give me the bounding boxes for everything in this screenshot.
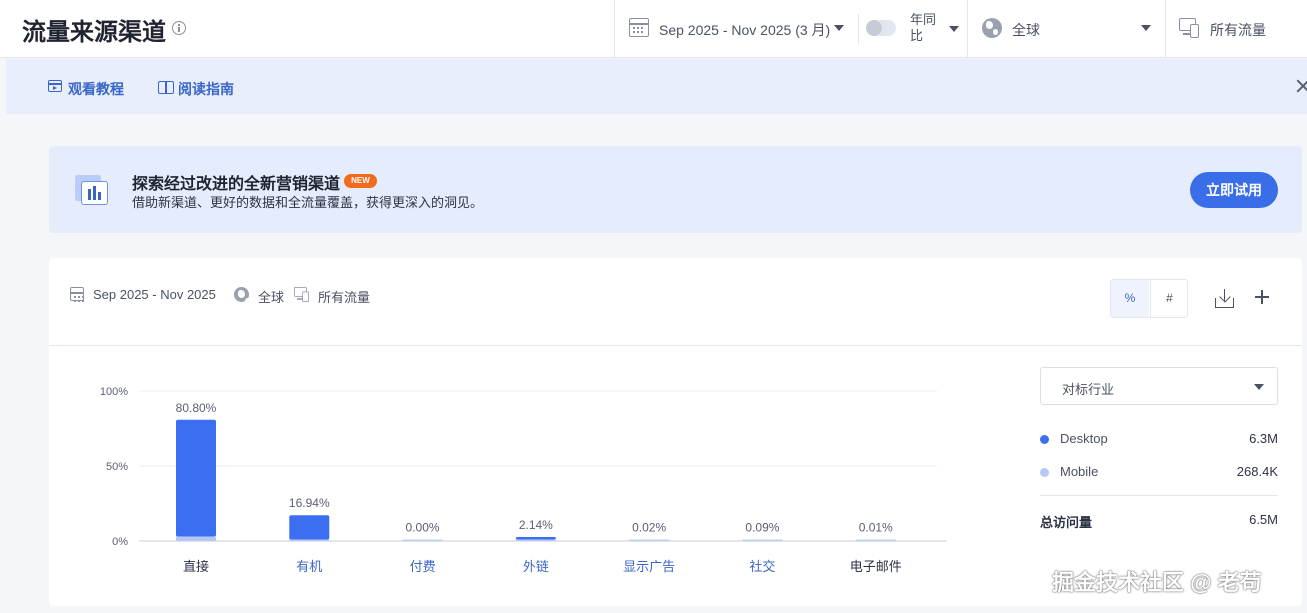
y-tick-label: 50% bbox=[106, 461, 128, 473]
data-label: 0.09% bbox=[745, 521, 779, 535]
traffic-type-label: 所有流量 bbox=[1210, 22, 1266, 38]
globe-icon bbox=[234, 287, 249, 302]
legend-name: Mobile bbox=[1060, 464, 1099, 479]
add-icon[interactable] bbox=[1255, 290, 1269, 304]
y-tick-label: 100% bbox=[100, 386, 128, 398]
x-category-label[interactable]: 付费 bbox=[410, 559, 436, 574]
legend-item-mobile: Mobile 268.4K bbox=[1040, 463, 1278, 481]
x-category-label[interactable]: 社交 bbox=[749, 559, 775, 574]
bar-mobile bbox=[742, 539, 783, 541]
watch-tutorial-link[interactable]: 观看教程 bbox=[68, 79, 124, 99]
data-label: 0.02% bbox=[632, 521, 666, 535]
devices-icon bbox=[294, 287, 311, 302]
download-icon[interactable] bbox=[1215, 289, 1234, 308]
bar-mobile bbox=[629, 539, 670, 541]
data-label: 80.80% bbox=[176, 401, 217, 415]
x-category-label[interactable]: 外链 bbox=[523, 559, 549, 574]
legend-dot bbox=[1040, 468, 1049, 477]
video-icon bbox=[48, 80, 62, 92]
data-label: 0.01% bbox=[859, 521, 893, 535]
info-icon[interactable] bbox=[172, 21, 186, 35]
percent-toggle-button[interactable]: % bbox=[1111, 280, 1149, 317]
number-toggle-button[interactable]: # bbox=[1150, 280, 1188, 317]
devices-icon bbox=[1179, 18, 1201, 38]
book-icon bbox=[158, 81, 174, 94]
promo-subtitle: 借助新渠道、更好的数据和全流量覆盖，获得更深入的洞见。 bbox=[132, 195, 484, 210]
bar-mobile bbox=[402, 539, 443, 541]
channel-chart-icon bbox=[75, 173, 109, 205]
data-label: 2.14% bbox=[519, 518, 553, 532]
chevron-down-icon[interactable] bbox=[949, 26, 959, 32]
read-guide-link[interactable]: 阅读指南 bbox=[178, 79, 234, 99]
legend-item-desktop: Desktop 6.3M bbox=[1040, 430, 1278, 448]
header-divider bbox=[614, 0, 615, 58]
data-label: 16.94% bbox=[289, 496, 330, 510]
bar-desktop bbox=[515, 536, 556, 540]
bar-mobile bbox=[176, 536, 216, 541]
yoy-label: 年同比 bbox=[910, 12, 937, 43]
legend-value: 268.4K bbox=[1236, 464, 1278, 479]
promo-title: 探索经过改进的全新营销渠道 bbox=[132, 176, 341, 193]
total-visits-value: 6.5M bbox=[1249, 512, 1278, 527]
promo-banner: 探索经过改进的全新营销渠道 NEW 借助新渠道、更好的数据和全流量覆盖，获得更深… bbox=[49, 146, 1302, 233]
chevron-down-icon bbox=[1254, 384, 1264, 390]
bar-mobile bbox=[855, 539, 896, 541]
globe-icon bbox=[982, 18, 1002, 38]
date-range-label: Sep 2025 - Nov 2025 (3 月) bbox=[659, 22, 831, 38]
tutorial-bar: 观看教程 阅读指南 bbox=[6, 59, 1307, 114]
x-category-label[interactable]: 显示广告 bbox=[623, 559, 675, 574]
region-label: 全球 bbox=[1012, 22, 1040, 38]
legend-name: Desktop bbox=[1060, 431, 1108, 446]
benchmark-label: 对标行业 bbox=[1062, 382, 1115, 397]
traffic-channel-chart: 100% 50% 0% 80.80% 直接 16.94% 有机 0.00% 付费 2.14% 外链 0… bbox=[100, 386, 947, 574]
x-category-label: 电子邮件 bbox=[850, 559, 902, 574]
bar-mobile bbox=[289, 539, 330, 541]
page-title: 流量来源渠道 bbox=[22, 19, 166, 46]
bar-desktop bbox=[176, 419, 216, 537]
calendar-icon bbox=[70, 287, 84, 301]
benchmark-select[interactable]: 对标行业 bbox=[1040, 367, 1278, 405]
x-category-label: 直接 bbox=[183, 559, 209, 574]
close-icon[interactable] bbox=[1296, 79, 1307, 93]
chevron-down-icon bbox=[834, 25, 844, 31]
x-category-label[interactable]: 有机 bbox=[296, 559, 322, 574]
card-date-range: Sep 2025 - Nov 2025 bbox=[93, 287, 216, 302]
card-traffic-type: 所有流量 bbox=[318, 290, 371, 305]
total-visits-label: 总访问量 bbox=[1040, 515, 1093, 530]
header-divider bbox=[858, 14, 859, 44]
traffic-channels-card: Sep 2025 - Nov 2025 全球 所有流量 % # 100% 50% 0… bbox=[49, 258, 1302, 606]
toggle-switch[interactable] bbox=[866, 20, 896, 36]
chevron-down-icon bbox=[1141, 25, 1151, 31]
header-divider bbox=[1165, 0, 1166, 58]
watermark: 掘金技术社区 @ 老苟 bbox=[1052, 570, 1262, 595]
new-badge: NEW bbox=[344, 174, 377, 188]
data-label: 0.00% bbox=[406, 521, 440, 535]
header-divider bbox=[967, 0, 968, 58]
try-now-button[interactable]: 立即试用 bbox=[1190, 172, 1278, 208]
y-tick-label: 0% bbox=[112, 536, 128, 548]
legend-dot bbox=[1040, 435, 1049, 444]
bar-mobile bbox=[515, 539, 556, 541]
card-region: 全球 bbox=[258, 290, 285, 305]
calendar-icon bbox=[629, 18, 649, 37]
page-header: 流量来源渠道 Sep 2025 - Nov 2025 (3 月) 年同比 全球 … bbox=[0, 0, 1307, 58]
bar-desktop bbox=[289, 515, 330, 540]
metric-toggle: % # bbox=[1110, 279, 1188, 318]
legend-value: 6.3M bbox=[1249, 431, 1278, 446]
legend-divider bbox=[1040, 495, 1278, 496]
